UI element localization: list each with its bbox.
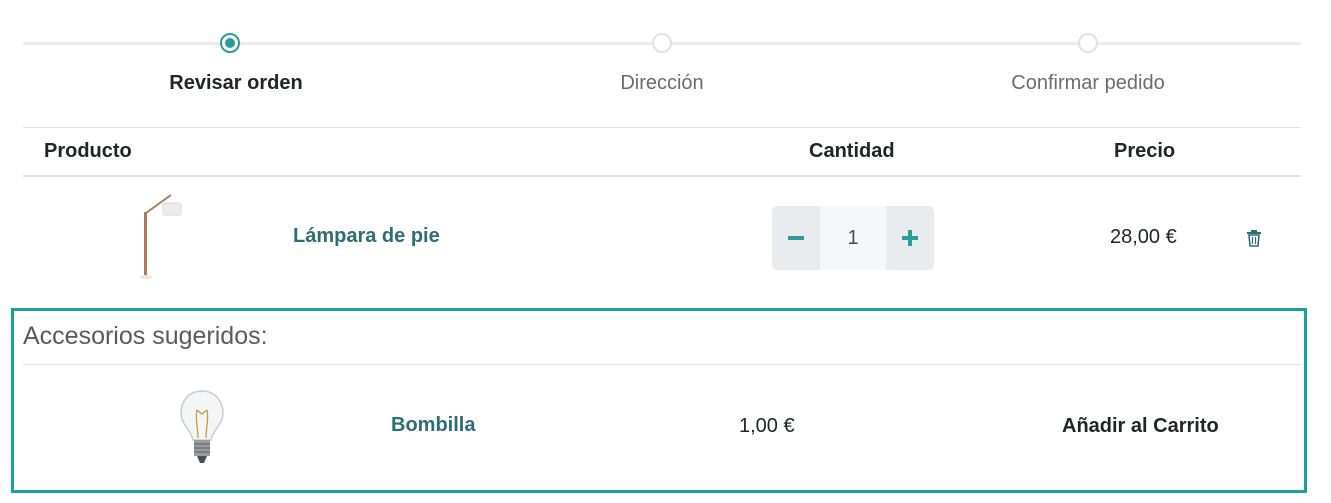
plus-icon [902,230,918,246]
floor-lamp-icon[interactable] [133,192,183,282]
step-confirm-order-label[interactable]: Confirmar pedido [958,72,1218,95]
column-header-price: Precio [1114,140,1176,162]
trash-icon[interactable] [1246,229,1262,247]
step-review-order-dot [220,33,240,53]
quantity-stepper: 1 [772,206,934,270]
checkout-progress-wizard: Revisar orden Dirección Confirmar pedido [23,30,1301,100]
product-name-link[interactable]: Lámpara de pie [293,225,440,248]
add-to-cart-button[interactable]: Añadir al Carrito [1062,415,1219,438]
step-confirm-order-dot [1078,33,1098,53]
column-header-quantity: Cantidad [809,140,895,162]
step-address-label[interactable]: Dirección [532,72,792,95]
minus-icon [788,236,804,240]
step-review-order-label[interactable]: Revisar orden [106,72,366,95]
table-header-divider [23,175,1301,177]
product-price: 28,00 € [1110,226,1177,248]
column-header-product: Producto [44,140,132,162]
table-top-divider [23,127,1301,128]
step-address-dot [652,33,672,53]
light-bulb-icon[interactable] [178,388,226,468]
accessory-price: 1,00 € [739,415,795,437]
decrease-quantity-button[interactable] [772,206,820,270]
suggested-accessories-divider [23,364,1301,365]
suggested-accessories-title: Accesorios sugeridos: [23,322,268,350]
accessory-name-link[interactable]: Bombilla [391,414,475,437]
quantity-input[interactable]: 1 [820,206,886,270]
increase-quantity-button[interactable] [886,206,934,270]
